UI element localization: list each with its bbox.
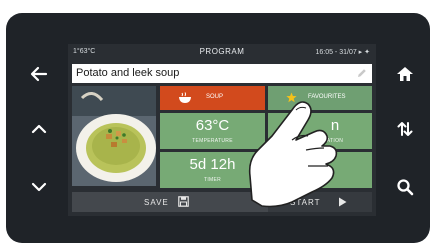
- up-chevron-icon[interactable]: [28, 118, 50, 140]
- clock-date: 16:05 - 31/07 ▸ ✦: [315, 49, 370, 56]
- save-button[interactable]: SAVE: [72, 192, 264, 212]
- touch-screen: 1°63°C PROGRAM 16:05 - 31/07 ▸ ✦ Potato …: [68, 44, 376, 216]
- timer-label: TIMER: [203, 177, 222, 183]
- middle-right-value: n: [330, 117, 340, 134]
- down-chevron-icon[interactable]: [28, 176, 50, 198]
- start-button[interactable]: START: [268, 192, 372, 212]
- soup-bowl-icon: [179, 92, 191, 103]
- status-bar: 1°63°C PROGRAM 16:05 - 31/07 ▸ ✦: [68, 44, 376, 60]
- timer-tile[interactable]: 5d 12h TIMER: [160, 152, 265, 188]
- tile-bottom-right[interactable]: [268, 152, 372, 188]
- favourites-tile[interactable]: FAVOURITES: [268, 86, 372, 110]
- middle-right-label: ATION: [326, 138, 344, 144]
- category-tile[interactable]: SOUP: [160, 86, 265, 110]
- timer-value: 5d 12h: [189, 156, 236, 173]
- temperature-value: 63°C: [195, 117, 230, 134]
- star-icon: [286, 92, 297, 103]
- start-label: START: [290, 198, 321, 207]
- back-arrow-icon[interactable]: [28, 63, 50, 85]
- category-label: SOUP: [206, 94, 224, 100]
- recipe-photo: [72, 86, 156, 186]
- save-label: SAVE: [144, 198, 169, 207]
- temperature-label: TEMPERATURE: [192, 138, 233, 144]
- temperature-tile[interactable]: 63°C TEMPERATURE: [160, 113, 265, 149]
- sort-arrows-icon[interactable]: [394, 118, 416, 140]
- play-icon: [339, 197, 347, 207]
- recipe-title-field[interactable]: Potato and leek soup: [72, 64, 372, 83]
- pencil-icon[interactable]: [356, 67, 368, 79]
- home-icon[interactable]: [394, 63, 416, 85]
- tile-middle-right[interactable]: n ATION: [268, 113, 372, 149]
- floppy-disk-icon: [178, 196, 189, 207]
- recipe-name: Potato and leek soup: [76, 67, 180, 79]
- search-icon[interactable]: [394, 176, 416, 198]
- favourites-label: FAVOURITES: [308, 94, 346, 100]
- action-bar: SAVE START: [72, 192, 372, 212]
